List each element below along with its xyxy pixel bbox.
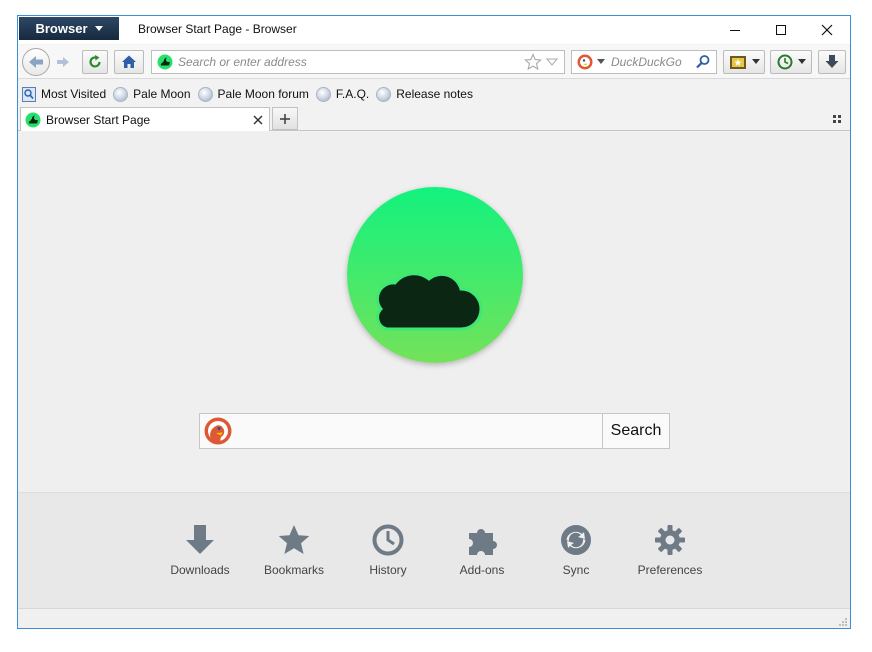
search-input[interactable]: [611, 55, 695, 69]
puzzle-icon: [469, 529, 497, 555]
globe-icon: [197, 86, 213, 102]
reload-icon: [89, 55, 101, 68]
bookmark-label: Pale Moon forum: [217, 87, 309, 101]
tab-title: Browser Start Page: [46, 112, 151, 127]
app-menu-button[interactable]: Browser: [19, 17, 119, 40]
pale-moon-favicon-icon: [25, 112, 41, 127]
bookmark-pale-moon[interactable]: Pale Moon: [113, 86, 191, 102]
chevron-down-icon: [94, 26, 103, 31]
bookmark-label: Most Visited: [41, 87, 107, 101]
moon-cloud-icon: [375, 225, 492, 331]
bookmark-pale-moon-forum[interactable]: Pale Moon forum: [197, 86, 309, 102]
status-bar: [18, 608, 850, 628]
forward-button[interactable]: [52, 51, 74, 73]
search-bar[interactable]: [571, 50, 717, 74]
search-icon[interactable]: [695, 54, 711, 70]
browser-window: Browser Browser Start Page - Browser Sea…: [17, 15, 851, 629]
window-title: Browser Start Page - Browser: [138, 22, 297, 36]
tab-grid-icon[interactable]: [832, 114, 842, 124]
globe-icon: [113, 86, 129, 102]
launcher-label: Bookmarks: [263, 563, 325, 577]
chevron-down-icon: [751, 59, 760, 64]
downloads-button[interactable]: [818, 50, 846, 74]
bookmarks-menu-button[interactable]: [723, 50, 765, 74]
launcher-addons[interactable]: Add-ons: [437, 523, 527, 577]
bookmark-label: Release notes: [396, 87, 473, 101]
most-visited-icon: [22, 86, 36, 102]
globe-icon: [376, 86, 392, 102]
site-identity-icon: [157, 54, 173, 70]
tab-strip: Browser Start Page: [18, 106, 850, 131]
minimize-icon: [730, 30, 740, 31]
clock-icon: [372, 524, 404, 556]
globe-icon: [315, 86, 331, 102]
maximize-icon: [776, 25, 786, 35]
navigation-toolbar: [18, 45, 850, 79]
bookmark-label: F.A.Q.: [335, 87, 370, 101]
duckduckgo-icon[interactable]: [577, 54, 593, 70]
back-forward-group: [22, 48, 78, 76]
close-icon: [821, 24, 833, 36]
back-arrow-icon: [29, 56, 43, 68]
launcher-label: Sync: [562, 563, 590, 577]
launcher-bookmarks[interactable]: Bookmarks: [249, 523, 339, 577]
tab-browser-start-page[interactable]: Browser Start Page: [20, 107, 270, 131]
close-window-button[interactable]: [804, 16, 850, 44]
search-button[interactable]: Search: [602, 413, 670, 449]
maximize-button[interactable]: [758, 16, 804, 44]
bookmarks-toolbar: Most Visited Pale Moon Pale Moon forum F…: [18, 82, 850, 106]
title-bar: Browser Browser Start Page - Browser: [18, 16, 850, 44]
url-bar[interactable]: [151, 50, 565, 74]
sync-icon: [561, 525, 591, 555]
home-icon: [122, 55, 136, 68]
bookmark-release-notes[interactable]: Release notes: [376, 86, 473, 102]
bookmark-star-icon[interactable]: [524, 53, 542, 71]
engine-dropdown-icon[interactable]: [597, 59, 605, 65]
plus-icon: [280, 113, 290, 124]
new-tab-button[interactable]: [272, 107, 298, 130]
back-button[interactable]: [22, 48, 50, 76]
url-dropdown-icon[interactable]: [546, 57, 558, 67]
launcher-label: Add-ons: [459, 563, 505, 577]
duckduckgo-logo-icon: [204, 417, 232, 445]
launcher-label: History: [369, 563, 407, 577]
url-input[interactable]: [178, 55, 524, 69]
app-menu-label: Browser: [35, 21, 88, 36]
bookmarks-menu-icon: [729, 56, 746, 69]
launcher-downloads[interactable]: Downloads: [155, 523, 245, 577]
chevron-down-icon: [797, 59, 806, 64]
home-button[interactable]: [114, 50, 144, 74]
star-icon: [278, 525, 310, 554]
download-arrow-icon: [825, 55, 839, 68]
bookmark-most-visited[interactable]: Most Visited: [22, 86, 107, 102]
resize-grip-icon[interactable]: [838, 617, 848, 627]
close-tab-icon[interactable]: [253, 115, 263, 125]
start-page-search-box[interactable]: [199, 413, 603, 449]
launcher-label: Preferences: [637, 563, 703, 577]
history-menu-button[interactable]: [770, 50, 812, 74]
launcher-history[interactable]: History: [343, 523, 433, 577]
pale-moon-logo: [347, 187, 523, 363]
bookmark-faq[interactable]: F.A.Q.: [315, 86, 370, 102]
start-page-search-input[interactable]: [232, 416, 602, 446]
gear-icon: [655, 525, 685, 555]
launcher-preferences[interactable]: Preferences: [625, 523, 715, 577]
bookmark-label: Pale Moon: [133, 87, 191, 101]
launcher-sync[interactable]: Sync: [531, 523, 621, 577]
minimize-button[interactable]: [712, 16, 758, 44]
forward-arrow-icon: [57, 57, 69, 67]
launcher-bar: Downloads Bookmarks History Add-ons Sync: [18, 492, 850, 608]
start-page-content: Search: [18, 132, 850, 492]
launcher-label: Downloads: [170, 563, 230, 577]
history-clock-icon: [777, 54, 792, 70]
download-icon: [186, 525, 214, 554]
reload-button[interactable]: [82, 50, 108, 74]
